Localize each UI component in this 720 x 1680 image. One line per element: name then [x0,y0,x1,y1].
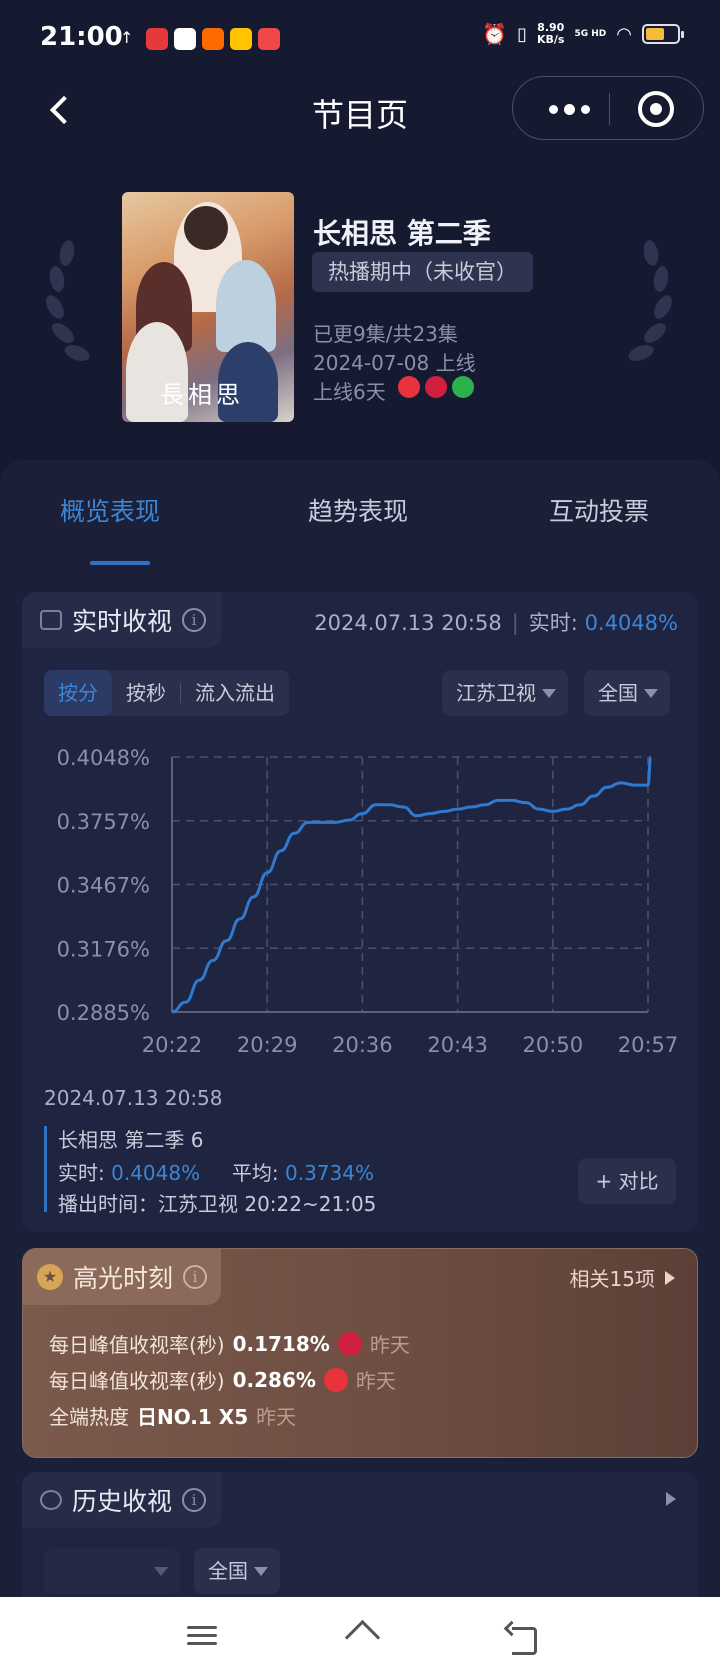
highlight-row: 每日峰值收视率(秒) 0.286% 昨天 [49,1367,396,1393]
info-icon[interactable]: i [183,1265,208,1289]
menu-icon[interactable] [182,1621,222,1657]
meituan-icon [230,28,252,50]
x-tick-label: 20:22 [142,1033,203,1057]
realtime-chart[interactable]: 0.2885% 0.3176% 0.3467% 0.3757% 0.4048% 20:22… [30,735,690,1065]
miniapp-capsule [512,76,704,140]
network-speed: 8.90 KB/s [537,21,565,46]
status-time: 21:00 [40,22,123,52]
chevron-down-icon [644,688,658,698]
y-tick-label: 0.3176% [57,937,150,961]
y-tick-label: 0.2885% [57,1001,150,1025]
laurel-right-icon [626,238,676,370]
realtime-timestamp: 2024.07.13 20:58 | 实时: 0.4048% [314,611,678,635]
y-tick-label: 0.3757% [57,810,150,834]
tab-indicator [90,561,150,565]
detail-accent-bar [44,1126,47,1212]
network-type: 5G HD [574,29,607,39]
x-tick-label: 20:43 [427,1033,488,1057]
segment-by-second[interactable]: 按秒 [112,670,180,716]
x-tick-label: 20:50 [523,1033,584,1057]
mango-tv-logo-icon [323,1367,348,1392]
highlights-more-link[interactable]: 相关15项 [570,1263,675,1292]
home-icon[interactable] [342,1621,382,1657]
system-nav-bar [0,1597,720,1680]
highlight-row: 全端热度 日NO.1 X5 昨天 [49,1405,297,1429]
region-dropdown[interactable]: 全国 [584,670,670,716]
highlight-row: 每日峰值收视率(秒) 0.1718% 昨天 [49,1331,410,1357]
tab-vote[interactable]: 互动投票 [549,492,649,528]
history-title: 历史收视 [72,1487,173,1516]
star-icon [425,376,447,398]
segment-by-minute[interactable]: 按分 [44,670,112,716]
channel-dropdown[interactable] [44,1548,180,1594]
days-online: 上线6天 [313,380,386,404]
history-card[interactable]: 历史收视 i 全国 [22,1472,698,1602]
app-notification-icon [146,28,168,50]
x-tick-label: 20:57 [618,1033,679,1057]
x-tick-label: 20:29 [237,1033,298,1057]
upload-arrow-icon: ↑ [120,28,134,47]
chevron-down-icon [154,1566,168,1576]
more-icon[interactable] [549,104,590,115]
realtime-value: 0.4048% [584,611,678,635]
highlights-header: ★ 高光时刻 i [23,1249,222,1305]
segment-flow[interactable]: 流入流出 [181,670,289,716]
status-bar: 21:00 ↑ ⏰ ▯ 8.90 KB/s 5G HD ◠ [0,0,720,76]
episode-name: 长相思 第二季 6 [58,1128,204,1152]
arrow-right-icon[interactable] [666,1492,676,1506]
airtime: 播出时间：江苏卫视 20:22~21:05 [58,1192,377,1216]
history-header: 历史收视 i [22,1472,223,1528]
highlights-card[interactable]: ★ 高光时刻 i 相关15项 每日峰值收视率(秒) 0.1718% 昨天 每日峰… [22,1248,698,1458]
chevron-down-icon [542,688,556,698]
star-badge-icon: ★ [37,1264,63,1290]
detail-date: 2024.07.13 20:58 [44,1086,223,1110]
alarm-icon: ⏰ [482,22,508,46]
channel-dropdown[interactable]: 江苏卫视 [442,670,568,716]
history-icon [40,1490,62,1510]
tab-overview[interactable]: 概览表现 [60,492,160,528]
detail-values: 实时: 0.4048% 平均: 0.3734% [58,1161,374,1185]
realtime-card-header: 实时收视 i [22,592,223,648]
show-poster[interactable]: 長相思 [122,192,294,422]
region-dropdown[interactable]: 全国 [194,1548,280,1594]
back-nav-icon[interactable] [502,1621,542,1657]
vibrate-icon: ▯ [517,23,527,45]
episode-count: 已更9集/共23集 [313,322,458,346]
poster-title: 長相思 [160,381,244,409]
close-miniapp-icon[interactable] [638,91,674,127]
taobao-icon [202,28,224,50]
y-tick-label: 0.4048% [57,746,150,770]
tab-trend[interactable]: 趋势表现 [308,492,408,528]
release-date: 2024-07-08 上线 [313,351,476,375]
star-tv-logo-icon [337,1331,362,1356]
app-notification-icon [258,28,280,50]
battery-icon [642,24,684,44]
arrow-right-icon [665,1270,675,1285]
realtime-title: 实时收视 [72,607,173,636]
status-right: ⏰ ▯ 8.90 KB/s 5G HD ◠ [482,21,684,46]
x-tick-label: 20:36 [332,1033,393,1057]
info-icon[interactable]: i [182,1488,207,1512]
nav-bar: 节目页 [0,76,720,146]
iqiyi-icon [452,376,474,398]
laurel-left-icon [42,238,92,370]
app-notification-icon [174,28,196,50]
wifi-icon: ◠ [616,23,632,45]
info-icon[interactable]: i [182,608,207,632]
status-badge: 热播期中（未收官） [312,252,533,292]
mango-icon [398,376,420,398]
chevron-down-icon [254,1566,268,1576]
granularity-switch: 按分 按秒 流入流出 [44,670,289,716]
compare-button[interactable]: + 对比 [578,1158,676,1204]
y-tick-label: 0.3467% [57,874,150,898]
show-name: 长相思 第二季 [313,217,491,250]
tv-icon [40,610,62,630]
highlights-title: 高光时刻 [73,1264,174,1293]
